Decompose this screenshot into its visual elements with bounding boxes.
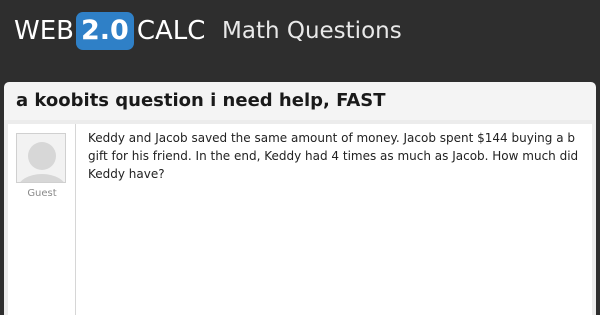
question-body-line: Keddy and Jacob saved the same amount of…	[88, 131, 575, 145]
logo-prefix: WEB	[14, 16, 74, 46]
site-header: WEB 2.0 CALC Math Questions	[0, 0, 600, 62]
logo-suffix: CALC	[136, 16, 206, 46]
post-content-area: Guest Keddy and Jacob saved the same amo…	[8, 124, 592, 315]
question-title: a koobits question i need help, FAST	[16, 90, 386, 111]
question-body-line: Keddy have?	[88, 167, 165, 181]
logo-badge: 2.0	[75, 12, 134, 50]
question-body: Keddy and Jacob saved the same amount of…	[88, 129, 592, 183]
question-post: Guest Keddy and Jacob saved the same amo…	[4, 120, 596, 315]
question-title-bar: a koobits question i need help, FAST	[4, 82, 596, 120]
page: WEB 2.0 CALC Math Questions a koobits qu…	[0, 0, 600, 315]
user-silhouette-icon	[16, 133, 66, 183]
section-title[interactable]: Math Questions	[222, 11, 402, 51]
author-name[interactable]: Guest	[8, 188, 76, 199]
author-column: Guest	[8, 124, 76, 315]
question-body-line: gift for his friend. In the end, Keddy h…	[88, 149, 579, 163]
site-logo[interactable]: WEB 2.0 CALC	[14, 11, 205, 51]
